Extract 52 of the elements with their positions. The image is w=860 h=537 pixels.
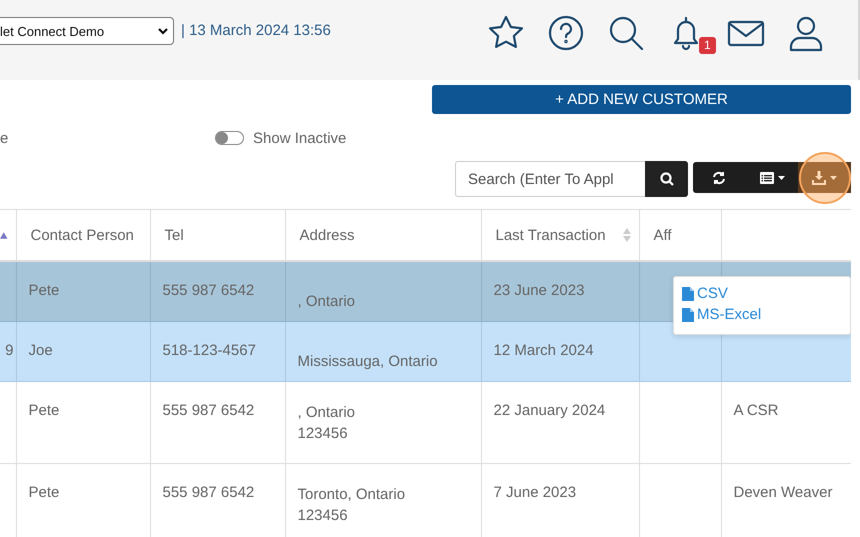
menu-item[interactable]: CSV <box>682 283 850 304</box>
user-icon[interactable] <box>787 14 825 52</box>
table-cell: 518-123-4567 <box>162 342 256 359</box>
location-select[interactable]: let Connect Demo <box>0 17 174 45</box>
show-inactive-label: Show Inactive <box>253 130 346 146</box>
caret-icon <box>778 176 784 180</box>
address-line: Mississauga, Ontario <box>298 352 439 372</box>
download-icon <box>812 170 826 184</box>
file-icon <box>682 308 694 322</box>
table-cell: 555 987 6542 <box>162 402 254 419</box>
refresh-icon <box>712 170 726 184</box>
column-label: Tel <box>164 226 184 244</box>
sort-ascending-icon[interactable] <box>0 232 8 238</box>
table-cell: Deven Weaver <box>734 484 832 501</box>
table-cell: Pete <box>28 402 60 419</box>
table-row[interactable]: Pete 555 987 6542 , Ontario 123456 22 January 2024 A CSR <box>0 382 851 464</box>
address-line: , Ontario <box>298 403 356 423</box>
notification-badge: 1 <box>699 37 716 54</box>
address-line: 123456 <box>298 424 349 444</box>
add-customer-button[interactable]: + ADD NEW CUSTOMER <box>432 85 851 114</box>
table-cell: 12 March 2024 <box>494 342 594 359</box>
search-button[interactable] <box>645 161 688 197</box>
help-icon[interactable] <box>547 14 585 52</box>
address-line: , Ontario <box>298 292 356 312</box>
table-cell: 22 January 2024 <box>494 402 606 419</box>
table-cell: 9 <box>5 342 14 359</box>
table-cell: Joe <box>28 342 53 359</box>
table-cell: Pete <box>28 282 60 299</box>
table-cell: 7 June 2023 <box>494 484 576 501</box>
download-button[interactable] <box>798 162 851 193</box>
search-icon[interactable] <box>607 14 645 52</box>
column-label: Aff <box>654 226 672 244</box>
column-label: Address <box>300 226 355 244</box>
table-cell: 555 987 6542 <box>162 484 254 501</box>
table-cell: Pete <box>28 484 60 501</box>
file-icon <box>682 286 694 300</box>
address-line: Toronto, Ontario <box>298 485 406 505</box>
date-time: | 13 March 2024 13:56 <box>181 22 331 39</box>
caret-icon <box>830 176 838 180</box>
table-cell: 555 987 6542 <box>162 282 254 299</box>
table-cell: A CSR <box>734 402 779 419</box>
column-label: Last Transaction <box>496 226 606 244</box>
chevron-down-icon <box>157 25 169 37</box>
table-cell: 23 June 2023 <box>494 282 584 299</box>
table-row[interactable]: 9 Joe 518-123-4567 Mississauga, Ontario 12 March 2024 <box>0 322 851 382</box>
address-line: 123456 <box>298 506 349 526</box>
table-row[interactable]: Pete 555 987 6542 Toronto, Ontario 123456 7 June 2023 Deven Weaver <box>0 464 851 537</box>
table-icon <box>760 172 774 184</box>
column-label: Contact Person <box>30 226 134 244</box>
search-field[interactable]: Search (Enter To Appl <box>455 161 645 197</box>
filter-label: e <box>0 130 10 146</box>
search-icon <box>660 172 674 186</box>
